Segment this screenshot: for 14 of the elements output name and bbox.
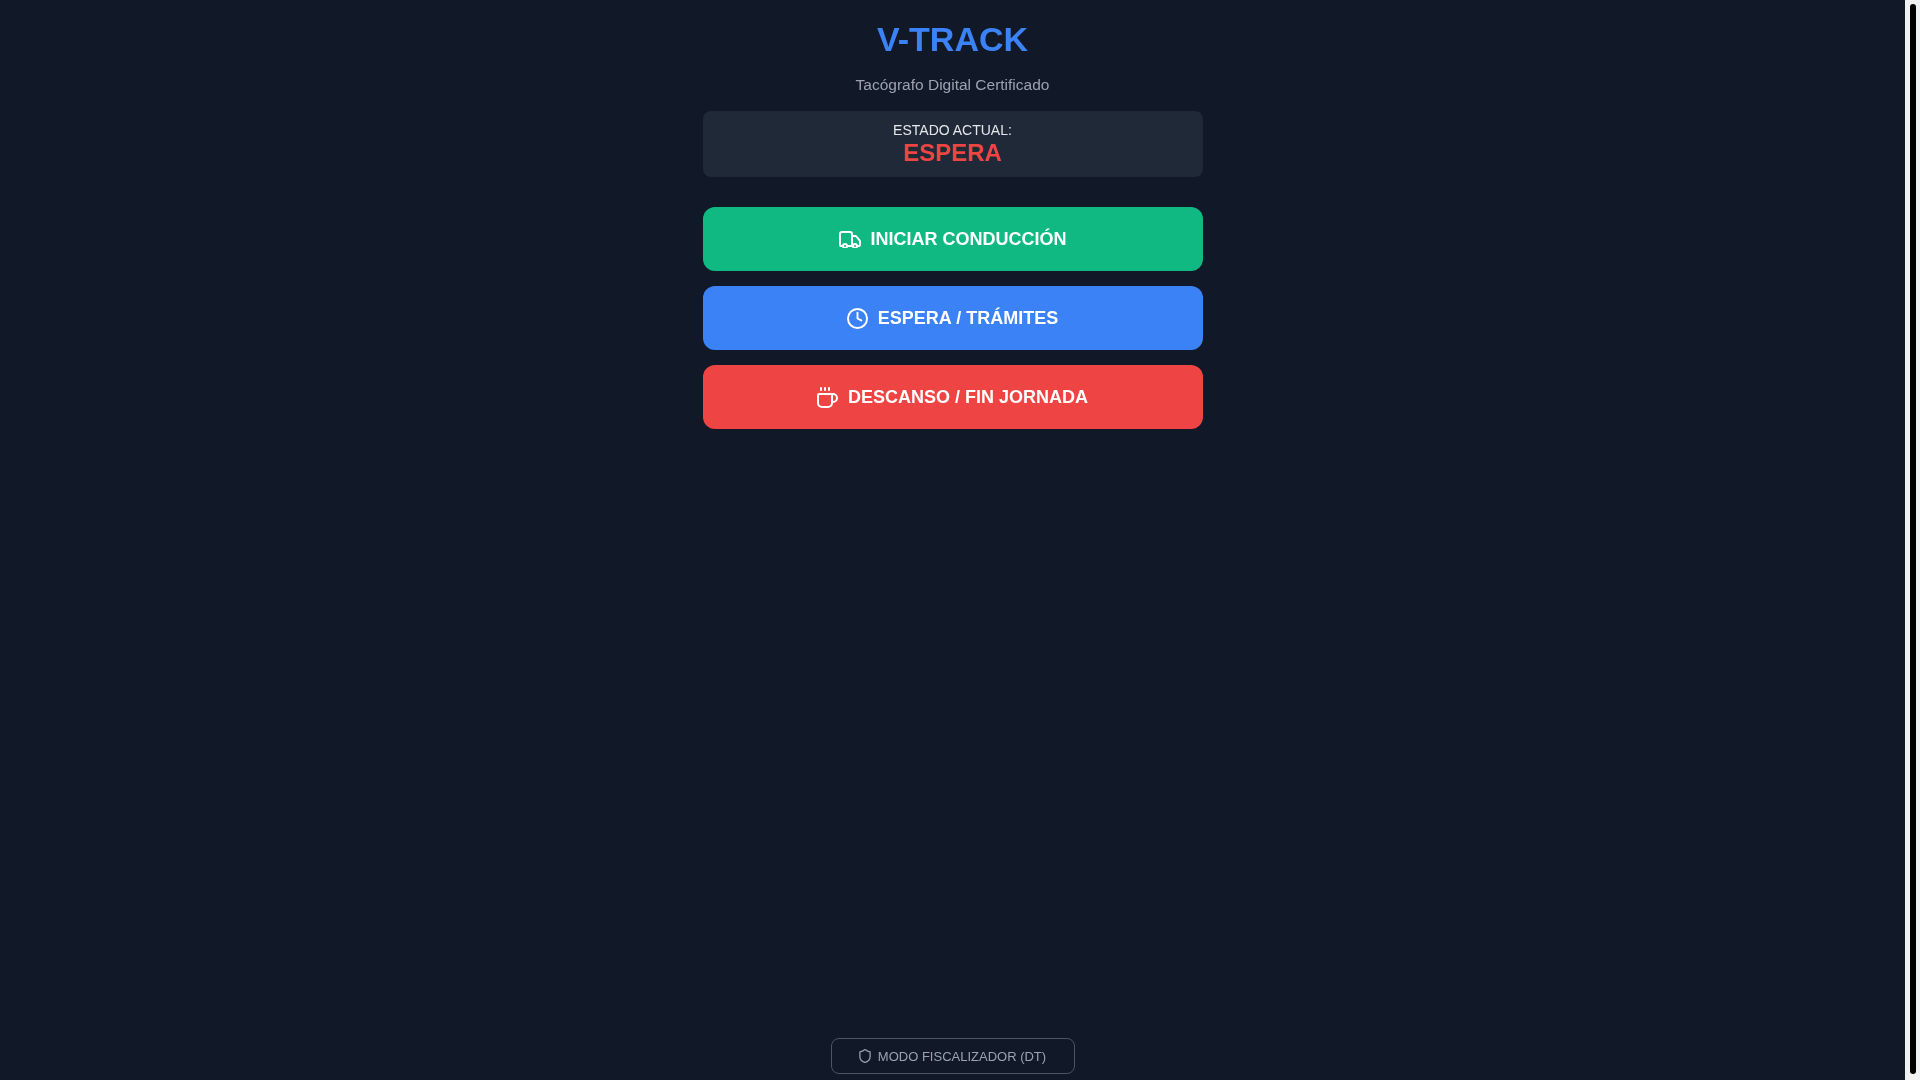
coffee-cup-icon: [817, 386, 838, 408]
inspector-mode-button[interactable]: MODO FISCALIZADOR (DT): [830, 1038, 1075, 1074]
status-label: ESTADO ACTUAL:: [893, 122, 1012, 139]
action-button[interactable]: INICIAR CONDUCCIÓN: [702, 207, 1203, 271]
shield-icon: [858, 1049, 871, 1063]
app-subtitle: Tacógrafo Digital Certificado: [855, 75, 1050, 95]
clock-icon: [846, 307, 868, 329]
app-title: V-TRACK: [876, 19, 1029, 59]
action-button[interactable]: ESPERA / TRÁMITES: [702, 286, 1203, 350]
scrollbar-thumb[interactable]: [1909, 4, 1916, 1074]
action-button[interactable]: DESCANSO / FIN JORNADA: [702, 365, 1203, 429]
status-value: ESPERA: [903, 139, 1002, 166]
scrollbar[interactable]: [1905, 0, 1920, 1080]
truck-icon: [838, 230, 861, 248]
